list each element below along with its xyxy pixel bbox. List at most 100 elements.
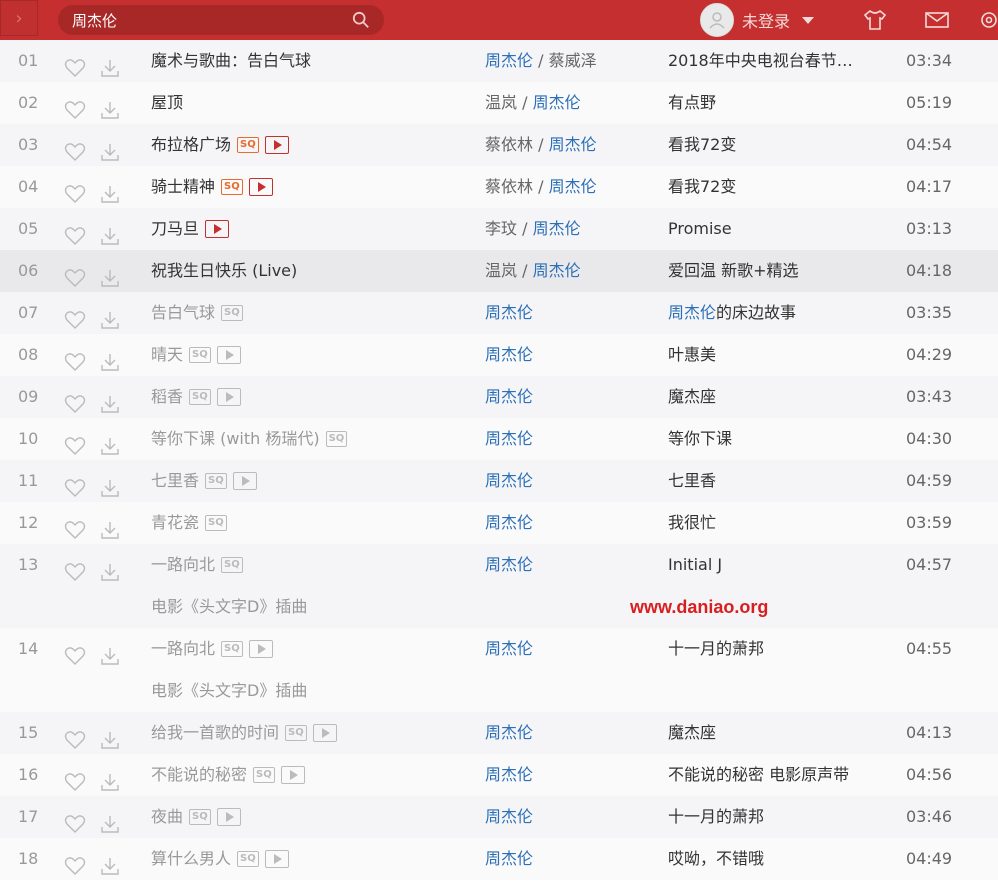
table-row[interactable]: 07 告白气球 SQ 周杰伦 周杰伦的床边故事 03:35 bbox=[0, 292, 998, 334]
album-cell[interactable]: 叶惠美 bbox=[668, 334, 716, 376]
download-icon[interactable] bbox=[99, 388, 121, 413]
song-title[interactable]: 刀马旦 bbox=[151, 208, 230, 250]
table-row[interactable]: 16 不能说的秘密 SQ 周杰伦 不能说的秘密 电影原声带 04:56 bbox=[0, 754, 998, 796]
table-row[interactable]: 13 一路向北 SQ 周杰伦 Initial J 04:57 bbox=[0, 544, 998, 586]
download-icon[interactable] bbox=[99, 766, 121, 791]
song-title[interactable]: 七里香 SQ bbox=[151, 460, 257, 502]
user-menu[interactable]: 未登录 bbox=[700, 3, 815, 37]
artist-link[interactable]: 周杰伦 bbox=[549, 177, 597, 196]
album-cell[interactable]: Initial J bbox=[668, 544, 722, 586]
song-title[interactable]: 给我一首歌的时间 SQ bbox=[151, 712, 337, 754]
download-icon[interactable] bbox=[99, 136, 121, 161]
album-cell[interactable]: 哎呦，不错哦 bbox=[668, 838, 764, 880]
song-title[interactable]: 一路向北 SQ bbox=[151, 544, 243, 586]
login-status[interactable]: 未登录 bbox=[742, 8, 790, 32]
mv-play-icon[interactable] bbox=[232, 472, 257, 490]
search-box[interactable]: 周杰伦 bbox=[58, 5, 384, 35]
artist-link[interactable]: 周杰伦 bbox=[485, 387, 533, 406]
song-title[interactable]: 晴天 SQ bbox=[151, 334, 241, 376]
artist-link[interactable]: 周杰伦 bbox=[533, 219, 581, 238]
album-cell[interactable]: 周杰伦的床边故事 bbox=[668, 292, 796, 334]
artist-link[interactable]: 周杰伦 bbox=[485, 849, 533, 868]
album-cell[interactable]: 爱回温 新歌+精选 bbox=[668, 250, 799, 292]
album-cell[interactable]: 不能说的秘密 电影原声带 bbox=[668, 754, 849, 796]
avatar[interactable] bbox=[700, 3, 734, 37]
album-cell[interactable]: 十一月的萧邦 bbox=[668, 628, 764, 670]
table-row[interactable]: 15 给我一首歌的时间 SQ 周杰伦 魔杰座 04:13 bbox=[0, 712, 998, 754]
artist-link[interactable]: 周杰伦 bbox=[485, 723, 533, 742]
table-row[interactable]: 03 布拉格广场 SQ 蔡依林 / 周杰伦 看我72变 04:54 bbox=[0, 124, 998, 166]
song-title[interactable]: 骑士精神 SQ bbox=[151, 166, 273, 208]
mv-play-icon[interactable] bbox=[312, 724, 337, 742]
artist-link[interactable]: 周杰伦 bbox=[533, 93, 581, 112]
download-icon[interactable] bbox=[99, 52, 121, 77]
artist-link[interactable]: 周杰伦 bbox=[533, 261, 581, 280]
table-row[interactable]: 18 算什么男人 SQ 周杰伦 哎呦，不错哦 04:49 bbox=[0, 838, 998, 880]
table-row[interactable]: 06 祝我生日快乐 (Live) 温岚 / 周杰伦 爱回温 新歌+精选 04:18 bbox=[0, 250, 998, 292]
song-title[interactable]: 一路向北 SQ bbox=[151, 628, 273, 670]
download-icon[interactable] bbox=[99, 220, 121, 245]
mv-play-icon[interactable] bbox=[264, 850, 289, 868]
song-title[interactable]: 布拉格广场 SQ bbox=[151, 124, 289, 166]
heart-icon[interactable] bbox=[64, 430, 86, 455]
download-icon[interactable] bbox=[99, 94, 121, 119]
artist-link[interactable]: 周杰伦 bbox=[549, 135, 597, 154]
song-title[interactable]: 不能说的秘密 SQ bbox=[151, 754, 305, 796]
artist-link[interactable]: 周杰伦 bbox=[485, 513, 533, 532]
mv-play-icon[interactable] bbox=[205, 220, 230, 238]
search-icon[interactable] bbox=[352, 11, 370, 29]
table-row[interactable]: 04 骑士精神 SQ 蔡依林 / 周杰伦 看我72变 04:17 bbox=[0, 166, 998, 208]
heart-icon[interactable] bbox=[64, 304, 86, 329]
album-cell[interactable]: 2018年中央电视台春节… bbox=[668, 40, 853, 82]
table-row[interactable]: 17 夜曲 SQ 周杰伦 十一月的萧邦 03:46 bbox=[0, 796, 998, 838]
heart-icon[interactable] bbox=[64, 514, 86, 539]
table-row[interactable]: 01 魔术与歌曲：告白气球 周杰伦 / 蔡威泽 2018年中央电视台春节… 03:34 bbox=[0, 40, 998, 82]
heart-icon[interactable] bbox=[64, 472, 86, 497]
album-cell[interactable]: 有点野 bbox=[668, 82, 716, 124]
table-row[interactable]: 10 等你下课 (with 杨瑞代) SQ 周杰伦 等你下课 04:30 bbox=[0, 418, 998, 460]
artist-link[interactable]: 周杰伦 bbox=[485, 429, 533, 448]
table-row[interactable]: 12 青花瓷 SQ 周杰伦 我很忙 03:59 bbox=[0, 502, 998, 544]
download-icon[interactable] bbox=[99, 430, 121, 455]
heart-icon[interactable] bbox=[64, 640, 86, 665]
artist-link[interactable]: 周杰伦 bbox=[485, 345, 533, 364]
table-row[interactable]: 14 一路向北 SQ 周杰伦 十一月的萧邦 04:55 bbox=[0, 628, 998, 670]
search-input[interactable]: 周杰伦 bbox=[72, 10, 117, 31]
album-cell[interactable]: 等你下课 bbox=[668, 418, 732, 460]
heart-icon[interactable] bbox=[64, 388, 86, 413]
table-row[interactable]: 08 晴天 SQ 周杰伦 叶惠美 04:29 bbox=[0, 334, 998, 376]
artist-link[interactable]: 周杰伦 bbox=[485, 471, 533, 490]
heart-icon[interactable] bbox=[64, 52, 86, 77]
settings-icon[interactable] bbox=[976, 8, 998, 32]
song-title[interactable]: 稻香 SQ bbox=[151, 376, 241, 418]
heart-icon[interactable] bbox=[64, 136, 86, 161]
album-link[interactable]: 周杰伦 bbox=[668, 303, 716, 322]
song-title[interactable]: 魔术与歌曲：告白气球 bbox=[151, 40, 311, 82]
download-icon[interactable] bbox=[99, 262, 121, 287]
download-icon[interactable] bbox=[99, 304, 121, 329]
download-icon[interactable] bbox=[99, 472, 121, 497]
song-title[interactable]: 告白气球 SQ bbox=[151, 292, 243, 334]
mv-play-icon[interactable] bbox=[264, 136, 289, 154]
heart-icon[interactable] bbox=[64, 178, 86, 203]
skin-icon[interactable] bbox=[862, 8, 888, 32]
heart-icon[interactable] bbox=[64, 724, 86, 749]
song-title[interactable]: 等你下课 (with 杨瑞代) SQ bbox=[151, 418, 348, 460]
download-icon[interactable] bbox=[99, 346, 121, 371]
download-icon[interactable] bbox=[99, 850, 121, 875]
mv-play-icon[interactable] bbox=[216, 388, 241, 406]
artist-link[interactable]: 周杰伦 bbox=[485, 765, 533, 784]
song-title[interactable]: 算什么男人 SQ bbox=[151, 838, 289, 880]
artist-link[interactable]: 周杰伦 bbox=[485, 51, 533, 70]
album-cell[interactable]: 看我72变 bbox=[668, 166, 736, 208]
heart-icon[interactable] bbox=[64, 220, 86, 245]
table-row[interactable]: 05 刀马旦 李玟 / 周杰伦 Promise 03:13 bbox=[0, 208, 998, 250]
album-cell[interactable]: Promise bbox=[668, 208, 732, 250]
song-title[interactable]: 屋顶 bbox=[151, 82, 183, 124]
artist-link[interactable]: 周杰伦 bbox=[485, 555, 533, 574]
heart-icon[interactable] bbox=[64, 94, 86, 119]
chevron-down-icon[interactable] bbox=[802, 16, 815, 24]
mv-play-icon[interactable] bbox=[216, 808, 241, 826]
album-cell[interactable]: 魔杰座 bbox=[668, 712, 716, 754]
download-icon[interactable] bbox=[99, 640, 121, 665]
